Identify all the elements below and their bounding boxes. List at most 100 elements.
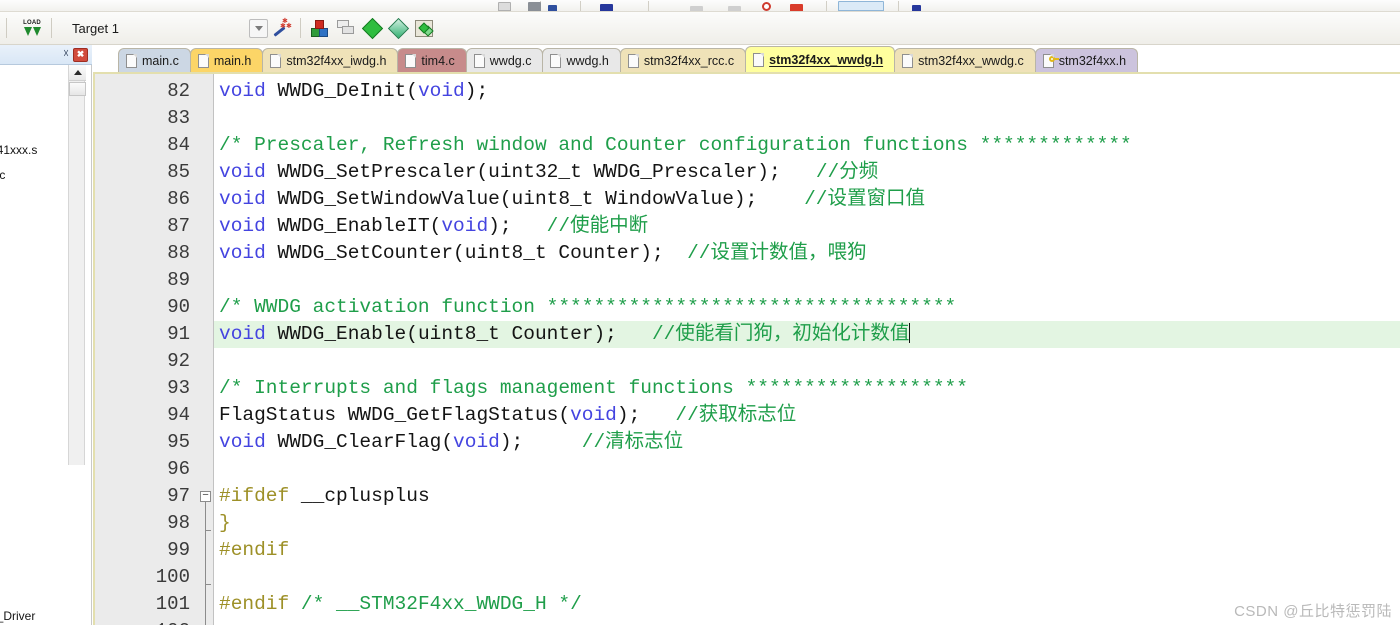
editor-tab-label: main.c	[142, 53, 179, 68]
code-text-area[interactable]: void WWDG_DeInit(void); /* Prescaler, Ref…	[214, 74, 1400, 625]
rebuild-button[interactable]	[333, 16, 359, 40]
close-icon[interactable]: ✖	[73, 47, 88, 62]
document-icon	[126, 53, 137, 68]
editor-tab-label: wwdg.h	[566, 53, 609, 68]
stop-build-button[interactable]	[385, 16, 411, 40]
line-number: 99	[95, 537, 198, 564]
editor-tab-tim4-c[interactable]: tim4.c	[397, 48, 467, 72]
code-line[interactable]	[214, 456, 1400, 483]
editor-tab-label: stm32f4xx_iwdg.h	[286, 53, 387, 68]
editor-tab-stm32f4xx-wwdg-c[interactable]: stm32f4xx_wwdg.c	[894, 48, 1036, 72]
code-line[interactable]: FlagStatus WWDG_GetFlagStatus(void); //获…	[214, 402, 1400, 429]
options-for-target-button[interactable]: ✱ ✱ ✱	[268, 16, 294, 40]
line-number: 91	[95, 321, 198, 348]
toolbar-icon-caret[interactable]	[548, 5, 557, 11]
line-number: 96	[95, 456, 198, 483]
code-line[interactable]	[214, 348, 1400, 375]
code-editor[interactable]: 82 83 84 85 86 87 88 89 90 91 92 93 94 95 96 97 98 99 100 1…	[93, 72, 1400, 625]
code-line-text: #ifdef __cplusplus	[219, 485, 430, 507]
document-icon	[197, 53, 209, 68]
editor-tab-label: stm32f4xx_wwdg.h	[769, 52, 884, 67]
toolbar-icon-dropdown[interactable]	[498, 2, 511, 11]
editor-tab-label: wwdg.c	[489, 53, 532, 68]
code-line[interactable]: void WWDG_SetWindowValue(uint8_t WindowV…	[214, 186, 1400, 213]
scrollbar-thumb[interactable]	[69, 82, 86, 96]
translate-button[interactable]	[359, 16, 385, 40]
toolbar-icon-step[interactable]	[690, 6, 703, 11]
key-document-icon	[1042, 53, 1059, 68]
toolbar-icon-window[interactable]	[528, 2, 541, 11]
line-number-label: 93	[167, 377, 190, 399]
project-panel-scrollbar[interactable]	[68, 65, 86, 465]
code-line[interactable]: void WWDG_DeInit(void);	[214, 78, 1400, 105]
translate-icon	[361, 17, 383, 39]
code-folding-column[interactable]: −	[198, 74, 214, 625]
build-button[interactable]	[307, 16, 333, 40]
code-line-text: /* Prescaler, Refresh window and Counter…	[219, 134, 1132, 156]
line-number-label: 90	[167, 296, 190, 318]
code-line[interactable]: /* WWDG activation function ************…	[214, 294, 1400, 321]
pin-icon[interactable]: ☓	[63, 49, 69, 60]
code-line[interactable]: void WWDG_SetPrescaler(uint32_t WWDG_Pre…	[214, 159, 1400, 186]
code-line[interactable]: void WWDG_ClearFlag(void); //清标志位	[214, 429, 1400, 456]
code-line[interactable]: #ifdef __cplusplus	[214, 483, 1400, 510]
toolbar-icon-debug[interactable]	[600, 4, 613, 11]
text-caret	[909, 323, 911, 343]
toolbar-icon-memory-window[interactable]	[838, 1, 884, 11]
code-line[interactable]: /* Prescaler, Refresh window and Counter…	[214, 132, 1400, 159]
editor-tab-wwdg-c[interactable]: wwdg.c	[465, 48, 544, 72]
line-number-label: 97	[167, 485, 190, 507]
build-toolbar: LOAD Target 1 ✱ ✱ ✱	[0, 12, 1400, 45]
line-number: 92	[95, 348, 198, 375]
download-to-flash-button[interactable]: LOAD	[19, 16, 45, 40]
editor-tab-label: tim4.c	[421, 53, 455, 68]
list-item[interactable]: _41xxx.s	[0, 143, 37, 157]
code-line-text: void WWDG_EnableIT(void); //使能中断	[219, 215, 649, 237]
toolbar-icon-breakpoint[interactable]	[762, 2, 771, 11]
code-line[interactable]	[214, 564, 1400, 591]
code-line[interactable]	[214, 618, 1400, 625]
code-line[interactable]	[214, 267, 1400, 294]
code-line[interactable]: /* Interrupts and flags management funct…	[214, 375, 1400, 402]
toolbar-icon-insert-breakpoint[interactable]	[790, 4, 803, 11]
editor-tab-stm32f4xx-h[interactable]: stm32f4xx.h	[1034, 48, 1139, 72]
line-number: 100	[95, 564, 198, 591]
code-line[interactable]	[214, 105, 1400, 132]
toolbar-icon-step-over[interactable]	[728, 6, 741, 11]
editor-tab-main-h[interactable]: main.h	[189, 48, 264, 72]
document-icon	[627, 53, 639, 68]
batch-build-button[interactable]	[411, 16, 437, 40]
scroll-up-icon[interactable]	[69, 65, 86, 81]
fold-collapse-icon[interactable]: −	[200, 491, 211, 502]
code-line-text: void WWDG_Enable(uint8_t Counter); //使能看…	[219, 323, 911, 345]
code-line[interactable]: #endif /* __STM32F4xx_WWDG_H */	[214, 591, 1400, 618]
list-item[interactable]: x.c	[0, 168, 5, 182]
editor-tab-label: stm32f4xx.h	[1058, 53, 1127, 68]
list-item[interactable]: h_Driver	[0, 609, 35, 623]
code-line[interactable]: void WWDG_EnableIT(void); //使能中断	[214, 213, 1400, 240]
document-icon	[405, 53, 417, 68]
code-line[interactable]: void WWDG_Enable(uint8_t Counter); //使能看…	[214, 321, 1400, 348]
line-number-label: 99	[167, 539, 190, 561]
editor-tab-stm32f4xx-rcc-c[interactable]: stm32f4xx_rcc.c	[619, 48, 747, 72]
editor-tab-main-c[interactable]: main.c	[118, 48, 191, 72]
chevron-down-icon[interactable]	[249, 18, 268, 38]
line-number-label: 94	[167, 404, 190, 426]
line-number-label: 92	[167, 350, 190, 372]
editor-tab-stm32f4xx-iwdg-h[interactable]: stm32f4xx_iwdg.h	[262, 48, 399, 72]
build-icon	[310, 19, 330, 37]
code-line[interactable]: void WWDG_SetCounter(uint8_t Counter); /…	[214, 240, 1400, 267]
document-icon	[753, 52, 765, 67]
line-number: 82	[95, 78, 198, 105]
document-icon	[902, 53, 914, 68]
line-number-gutter: 82 83 84 85 86 87 88 89 90 91 92 93 94 95 96 97 98 99 100 1…	[95, 74, 198, 625]
keil-uvision-window: LOAD Target 1 ✱ ✱ ✱ ☓ ✖ 1xxx.s Driver ma…	[0, 0, 1400, 625]
target-selector[interactable]: Target 1	[68, 17, 268, 40]
toolbar-icon-analysis[interactable]	[912, 5, 921, 11]
editor-tab-stm32f4xx-wwdg-h[interactable]: stm32f4xx_wwdg.h	[745, 46, 896, 72]
fold-end-tick	[205, 584, 211, 585]
editor-tab-wwdg-h[interactable]: wwdg.h	[542, 48, 621, 72]
code-line[interactable]: }	[214, 510, 1400, 537]
code-line[interactable]: #endif	[214, 537, 1400, 564]
line-number-label: 86	[167, 188, 190, 210]
